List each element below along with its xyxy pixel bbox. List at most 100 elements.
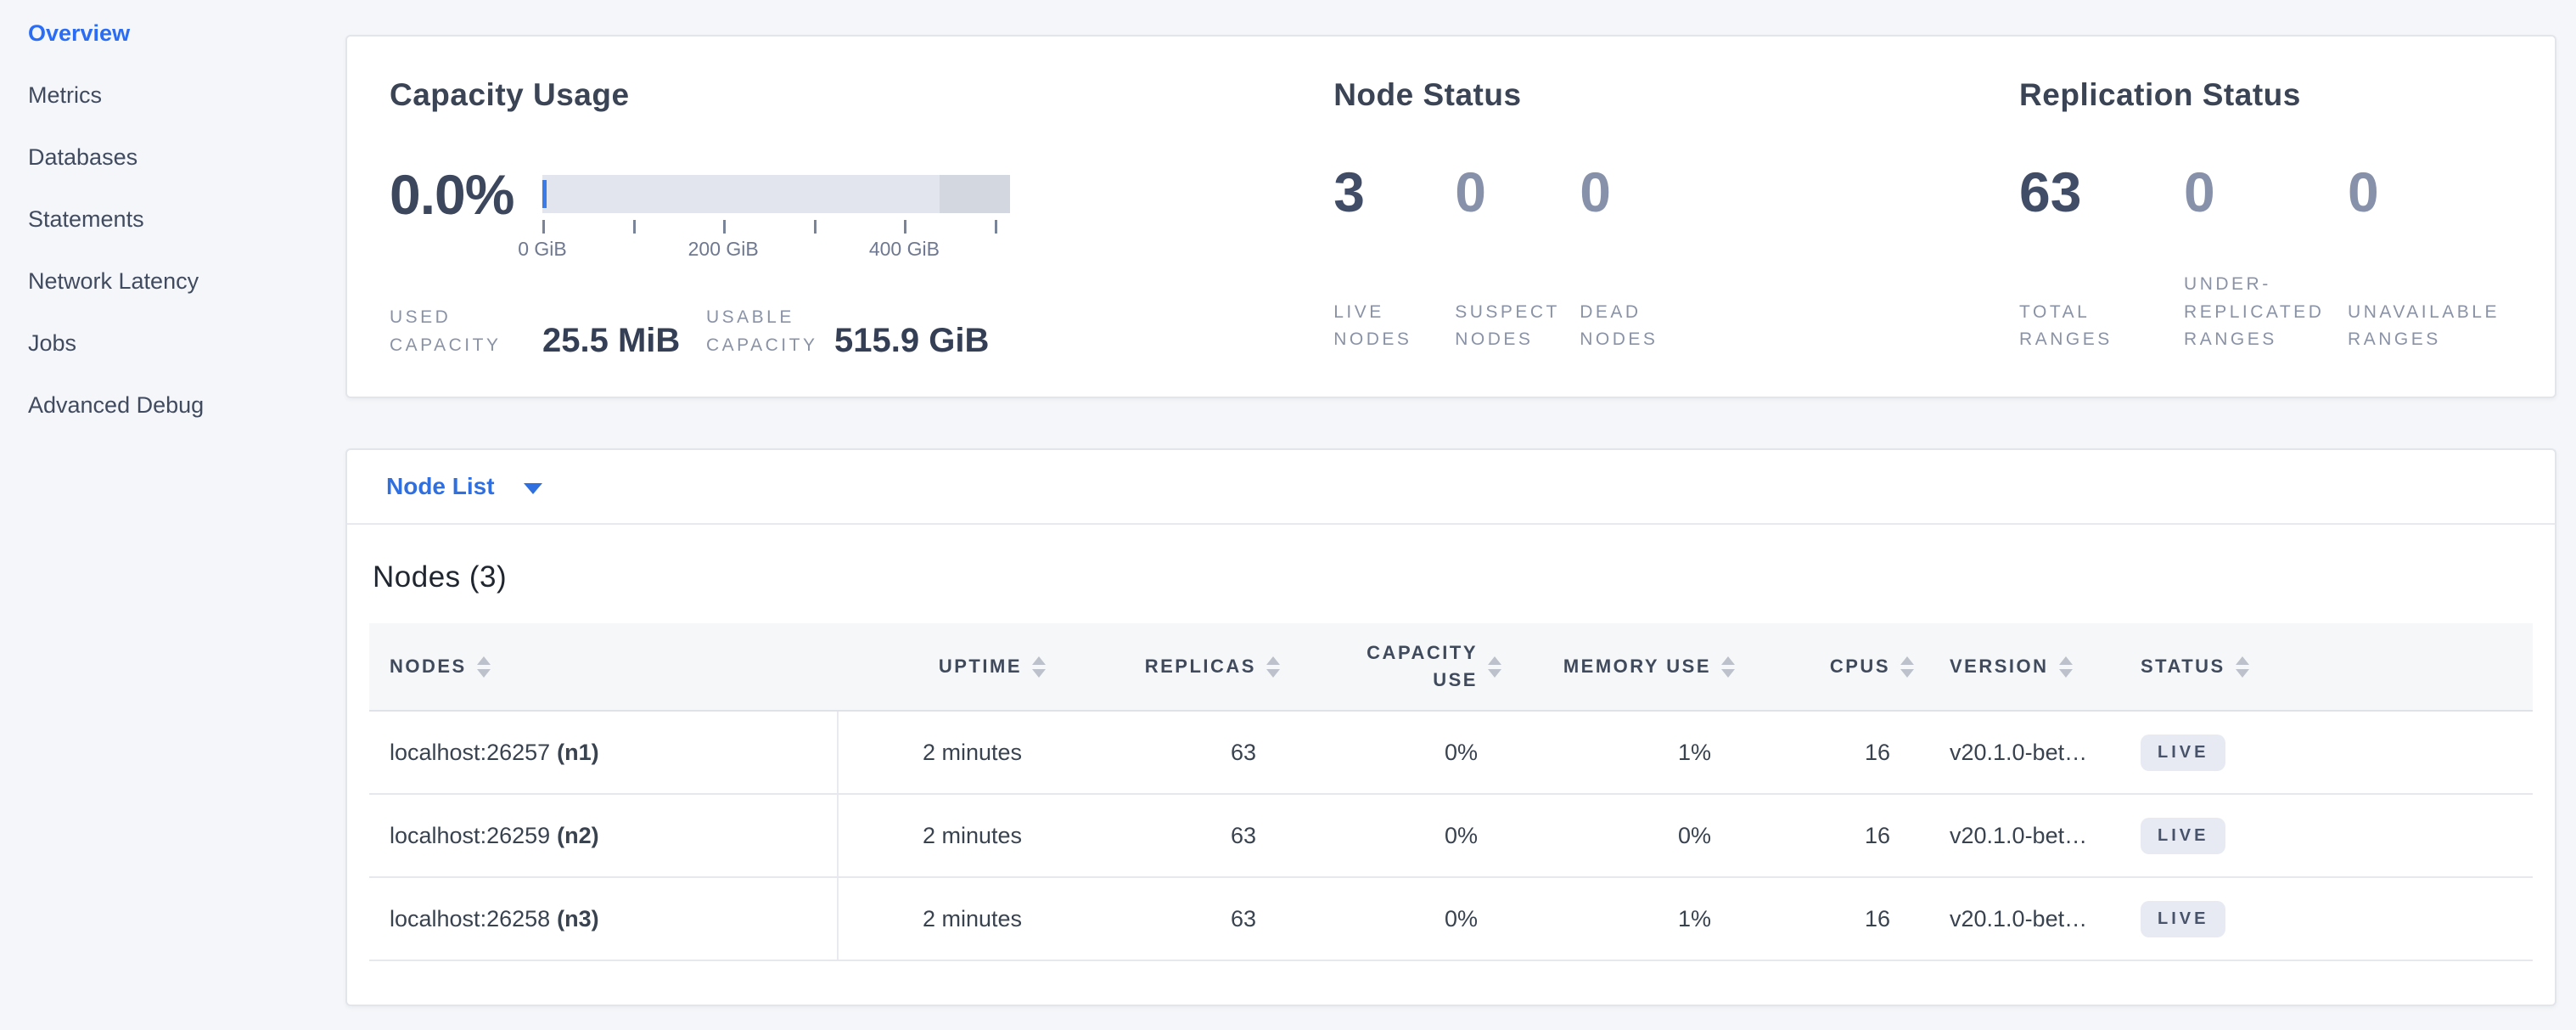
chevron-down-icon — [524, 483, 542, 494]
capacity-usage-section: Capacity Usage 0.0% — [390, 77, 1333, 354]
uptime-cell: 2 minutes — [839, 878, 1051, 960]
dead-nodes-stat: 0 DEAD NODES — [1580, 164, 1675, 354]
live-nodes-stat: 3 LIVE NODES — [1333, 164, 1455, 354]
node-list-card: Node List Nodes (3) NODES UPTIME REPLICA… — [345, 448, 2556, 1006]
status-cell: LIVE — [2117, 795, 2533, 876]
replicas-cell: 63 — [1051, 878, 1285, 960]
sidebar-item-statements[interactable]: Statements — [28, 198, 323, 240]
cpus-cell: 16 — [1740, 712, 1919, 793]
under-replicated-label: UNDER- REPLICATED RANGES — [2184, 271, 2348, 354]
capacity-gauge-row: 0.0% — [390, 166, 1333, 222]
status-cell: LIVE — [2117, 712, 2533, 793]
under-replicated-count: 0 — [2184, 164, 2348, 220]
replication-stats: 63 TOTAL RANGES 0 UNDER- REPLICATED RANG… — [2019, 164, 2517, 354]
node-list-dropdown[interactable]: Node List — [347, 450, 2555, 525]
sidebar-item-advanced-debug[interactable]: Advanced Debug — [28, 384, 323, 426]
sort-icon — [1721, 656, 1735, 678]
column-header-status[interactable]: STATUS — [2117, 623, 2533, 710]
used-capacity-value: 25.5 MiB — [542, 322, 706, 359]
total-ranges-count: 63 — [2019, 164, 2184, 220]
sort-icon — [2236, 656, 2249, 678]
sort-icon — [1266, 656, 1280, 678]
column-header-uptime[interactable]: UPTIME — [839, 623, 1051, 710]
usable-capacity-label: USABLE CAPACITY — [706, 304, 834, 359]
sidebar-item-metrics[interactable]: Metrics — [28, 74, 323, 116]
total-ranges-stat: 63 TOTAL RANGES — [2019, 164, 2184, 354]
column-header-capacity-use[interactable]: CAPACITY USE — [1285, 623, 1507, 710]
version-cell: v20.1.0-bet… — [1919, 712, 2117, 793]
node-status-stats: 3 LIVE NODES 0 SUSPECT NODES — [1333, 164, 2019, 354]
status-badge: LIVE — [2141, 735, 2225, 771]
cluster-overview-page: Overview Metrics Databases Statements Ne… — [0, 0, 2576, 1030]
nodes-table-title: Nodes (3) — [373, 560, 2533, 594]
cluster-summary-card: Capacity Usage 0.0% — [345, 35, 2556, 398]
cpus-cell: 16 — [1740, 795, 1919, 876]
nodes-table-header: NODES UPTIME REPLICAS CAPACITY — [369, 623, 2533, 712]
unavailable-label: UNAVAILABLE RANGES — [2348, 299, 2517, 354]
capacity-bar-track — [542, 175, 1010, 213]
table-row-node-1[interactable]: localhost:26257 (n1) 2 minutes 63 0% 1% … — [369, 712, 2533, 795]
capacity-use-cell: 0% — [1285, 795, 1507, 876]
axis-label-400gib: 400 GiB — [869, 238, 940, 261]
node-address-cell[interactable]: localhost:26258 (n3) — [369, 878, 839, 960]
total-ranges-label: TOTAL RANGES — [2019, 299, 2184, 354]
column-header-cpus[interactable]: CPUS — [1740, 623, 1919, 710]
sort-icon — [1900, 656, 1914, 678]
main-content: Capacity Usage 0.0% — [345, 35, 2556, 1006]
axis-label-0gib: 0 GiB — [518, 238, 567, 261]
replicas-cell: 63 — [1051, 712, 1285, 793]
suspect-nodes-label: SUSPECT NODES — [1455, 299, 1580, 354]
column-header-replicas[interactable]: REPLICAS — [1051, 623, 1285, 710]
capacity-axis-ticks — [542, 220, 995, 234]
usable-capacity-value: 515.9 GiB — [834, 322, 989, 359]
capacity-stats-row: USED CAPACITY 25.5 MiB USABLE CAPACITY 5… — [390, 304, 1333, 359]
column-header-memory-use[interactable]: MEMORY USE — [1507, 623, 1740, 710]
suspect-nodes-stat: 0 SUSPECT NODES — [1455, 164, 1580, 354]
capacity-use-cell: 0% — [1285, 878, 1507, 960]
sidebar-item-databases[interactable]: Databases — [28, 136, 323, 178]
memory-use-cell: 1% — [1507, 878, 1740, 960]
replication-status-section: Replication Status 63 TOTAL RANGES 0 UND… — [2019, 77, 2517, 354]
node-list-dropdown-label: Node List — [386, 473, 495, 500]
sort-icon — [477, 656, 491, 678]
replication-status-title: Replication Status — [2019, 77, 2517, 113]
dead-nodes-count: 0 — [1580, 164, 1675, 220]
table-row-node-3[interactable]: localhost:26258 (n3) 2 minutes 63 0% 1% … — [369, 878, 2533, 961]
status-badge: LIVE — [2141, 818, 2225, 854]
replicas-cell: 63 — [1051, 795, 1285, 876]
sort-icon — [2059, 656, 2073, 678]
node-address-cell[interactable]: localhost:26257 (n1) — [369, 712, 839, 793]
sort-icon — [1488, 656, 1501, 678]
live-nodes-label: LIVE NODES — [1333, 299, 1455, 354]
status-badge: LIVE — [2141, 901, 2225, 937]
nodes-table-section: Nodes (3) NODES UPTIME REPLICAS — [347, 525, 2555, 999]
unavailable-count: 0 — [2348, 164, 2517, 220]
memory-use-cell: 1% — [1507, 712, 1740, 793]
capacity-bar-reserved-segment — [940, 175, 1010, 213]
capacity-axis-labels: 0 GiB 200 GiB 400 GiB — [542, 238, 995, 262]
uptime-cell: 2 minutes — [839, 712, 1051, 793]
sidebar-item-overview[interactable]: Overview — [28, 12, 323, 54]
capacity-use-cell: 0% — [1285, 712, 1507, 793]
axis-label-200gib: 200 GiB — [688, 238, 759, 261]
cpus-cell: 16 — [1740, 878, 1919, 960]
capacity-bar-used-segment — [542, 180, 547, 208]
table-row-node-2[interactable]: localhost:26259 (n2) 2 minutes 63 0% 0% … — [369, 795, 2533, 878]
sidebar-nav: Overview Metrics Databases Statements Ne… — [0, 0, 323, 446]
column-header-version[interactable]: VERSION — [1919, 623, 2117, 710]
used-capacity-label: USED CAPACITY — [390, 304, 542, 359]
sidebar-item-jobs[interactable]: Jobs — [28, 322, 323, 364]
uptime-cell: 2 minutes — [839, 795, 1051, 876]
capacity-bar: 0 GiB 200 GiB 400 GiB — [542, 175, 1010, 213]
suspect-nodes-count: 0 — [1455, 164, 1580, 220]
dead-nodes-label: DEAD NODES — [1580, 299, 1675, 354]
memory-use-cell: 0% — [1507, 795, 1740, 876]
live-nodes-count: 3 — [1333, 164, 1455, 220]
sidebar-item-network-latency[interactable]: Network Latency — [28, 260, 323, 302]
version-cell: v20.1.0-bet… — [1919, 878, 2117, 960]
status-cell: LIVE — [2117, 878, 2533, 960]
version-cell: v20.1.0-bet… — [1919, 795, 2117, 876]
node-address-cell[interactable]: localhost:26259 (n2) — [369, 795, 839, 876]
node-status-title: Node Status — [1333, 77, 2019, 113]
column-header-nodes[interactable]: NODES — [369, 623, 839, 710]
